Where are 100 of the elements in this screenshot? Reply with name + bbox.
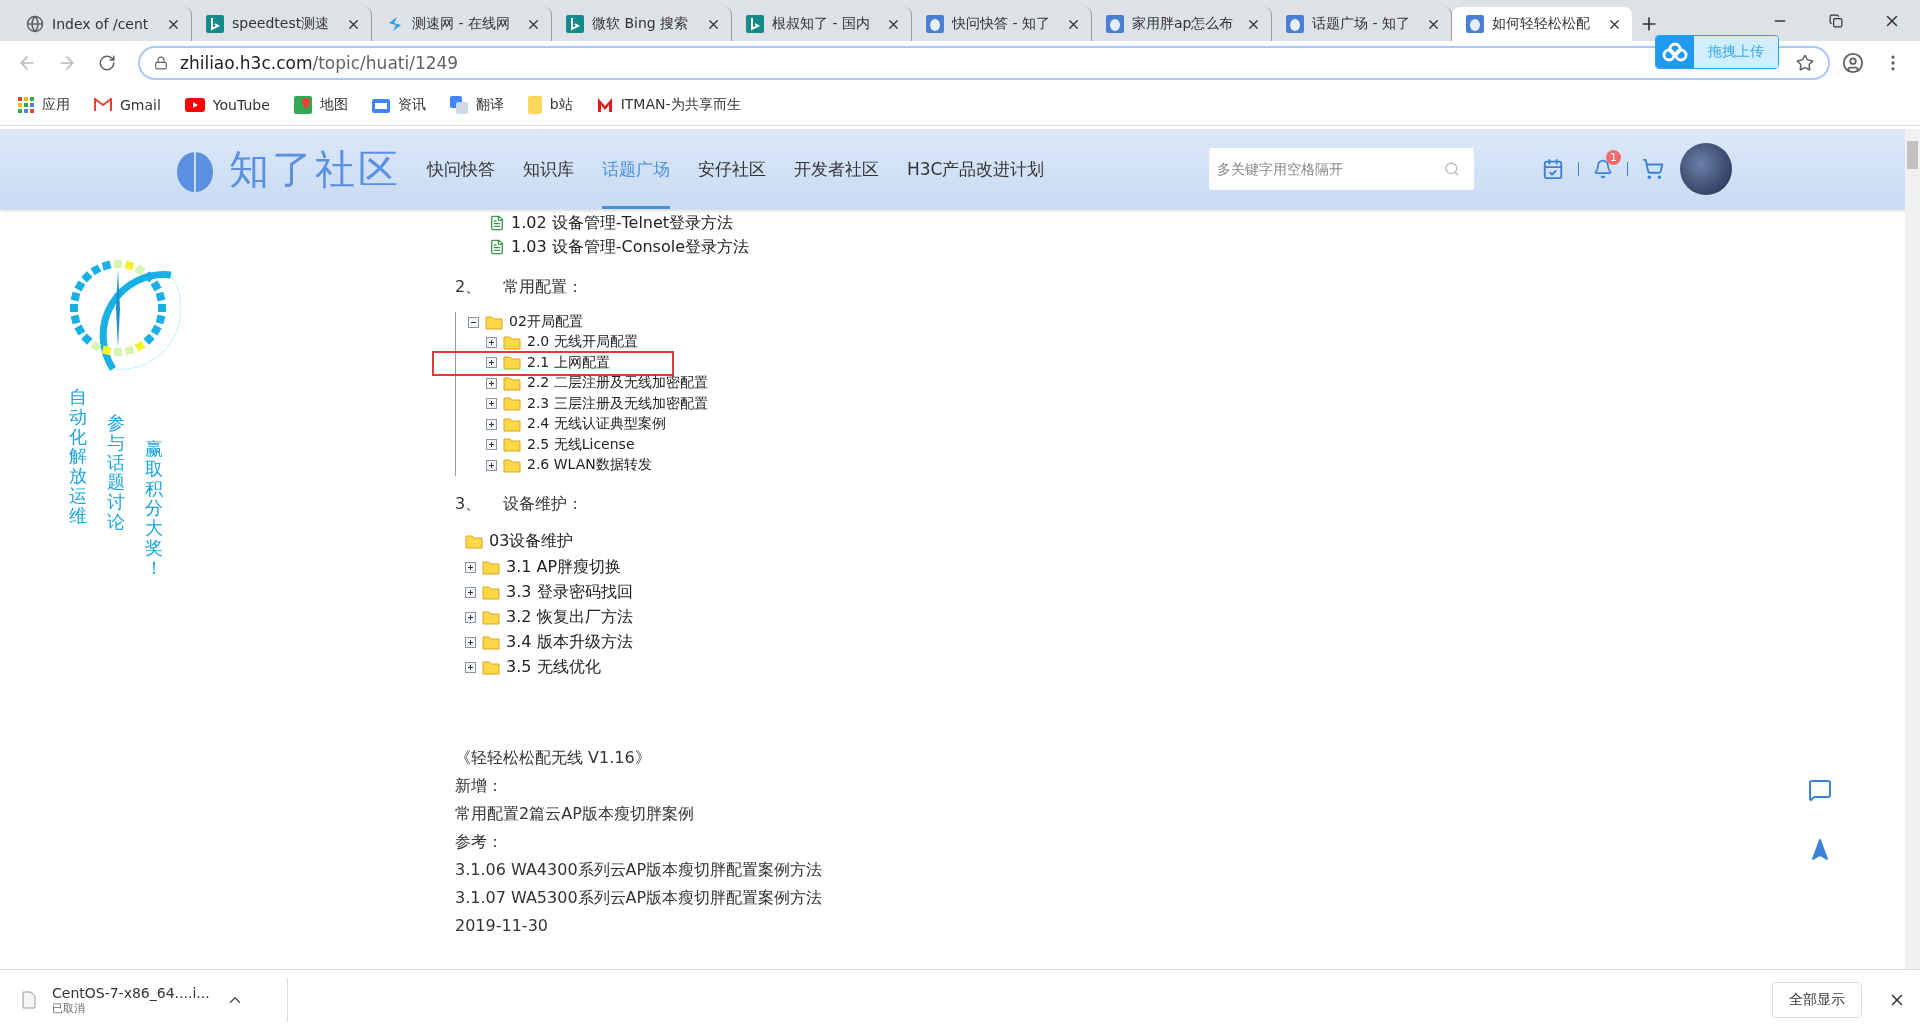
section-heading: 设备维护： [503,493,584,515]
section-number: 3、 [455,493,482,515]
nav-link[interactable]: 快问快答 [427,129,495,209]
tree-item[interactable]: 2.4 无线认证典型案例 [527,415,666,434]
droplet-icon [1466,15,1484,33]
article-text: 3.1.07 WA5300系列云AP版本瘦切胖配置案例方法 [455,886,823,909]
tree-item[interactable]: 02开局配置 [509,313,583,331]
expand-toggle[interactable] [486,418,497,430]
bookmark-link[interactable]: 地图 [319,95,348,114]
tile-icon [566,15,584,33]
nav-link[interactable]: 知识库 [523,129,574,209]
account-icon[interactable] [1842,51,1864,74]
feedback-icon[interactable] [1808,778,1832,802]
search-field[interactable]: 多关键字用空格隔开 [1209,148,1474,190]
tile-icon [746,15,764,33]
tree-item[interactable]: 3.3 登录密码找回 [506,581,633,603]
tree-item[interactable]: 2.5 无线License [527,435,635,454]
bookmark-link[interactable]: 翻译 [475,95,504,114]
bookmark-link[interactable]: 应用 [42,95,70,114]
browser-tab[interactable]: 测速网 - 在线网 [372,7,552,41]
tree-item[interactable]: 3.5 无线优化 [506,656,601,678]
expand-toggle[interactable] [486,439,497,451]
file-icon [22,991,36,1009]
bell-icon[interactable] [1593,159,1613,179]
browser-tab[interactable]: 根叔知了 - 国内 [732,7,912,41]
expand-toggle[interactable] [486,357,497,369]
expand-toggle[interactable] [465,661,476,673]
nav-link[interactable]: 安仔社区 [698,129,766,209]
article-text: 参考： [455,830,503,853]
expand-toggle[interactable] [465,561,476,573]
lock-icon [154,55,168,70]
tree-item[interactable]: 3.4 版本升级方法 [506,631,633,653]
article-text: 新增： [455,774,503,797]
scrollbar[interactable] [1905,129,1920,969]
bookmark-link[interactable]: ITMAN-为共享而生 [620,95,741,114]
browser-tab[interactable]: speedtest测速 [192,7,372,41]
browser-tab[interactable]: 家用胖ap怎么布 [1092,7,1272,41]
browser-tab[interactable]: 快问快答 - 知了 [912,7,1092,41]
folder-icon [482,659,500,675]
tree-item[interactable]: 03设备维护 [489,531,574,552]
expand-toggle[interactable] [486,377,497,389]
expand-toggle[interactable] [465,611,476,623]
section-number: 2、 [455,277,482,298]
tree-item[interactable]: 2.1 上网配置 [527,353,610,372]
folder-icon [503,457,521,473]
expand-toggle[interactable] [465,636,476,648]
tree-item[interactable]: 2.0 无线开局配置 [527,333,638,352]
document-icon [489,215,505,231]
tree-item[interactable]: 3.1 AP胖瘦切换 [506,556,622,578]
cart-icon[interactable] [1642,158,1664,180]
document-icon [489,239,505,255]
folder-icon [482,634,500,650]
expand-toggle[interactable] [486,459,497,471]
tree-item[interactable]: 3.2 恢复出厂方法 [506,606,633,628]
tile-icon [206,15,224,33]
bookmark-link[interactable]: Gmail [120,96,161,113]
cloud-icon [1662,42,1688,62]
folder-icon [465,534,483,549]
folder-icon [482,559,500,575]
droplet-icon [1106,15,1124,33]
star-icon[interactable] [1796,53,1814,72]
folder-icon [503,334,521,350]
tree-item[interactable]: 2.3 三层注册及无线加密配置 [527,394,708,413]
expand-toggle[interactable] [486,336,497,348]
nav-link[interactable]: H3C产品改进计划 [907,129,1045,209]
calendar-check-icon[interactable] [1542,158,1564,180]
reload-icon[interactable] [98,53,116,72]
droplet-icon [1286,15,1304,33]
tree-item[interactable]: 2.6 WLAN数据转发 [527,456,652,475]
tree-item[interactable]: 2.2 二层注册及无线加密配置 [527,374,708,393]
article-text: 2019-11-30 [455,914,548,937]
bookmark-link[interactable]: b站 [549,95,573,114]
download-filename[interactable]: CentOS-7-x86_64....i... [52,984,210,1001]
folder-icon [503,375,521,391]
restore-icon[interactable] [1829,13,1843,28]
bookmark-link[interactable]: YouTube [212,96,270,113]
tree-item[interactable]: 1.03 设备管理-Console登录方法 [511,236,749,258]
folder-icon [503,416,521,432]
nav-link[interactable]: 开发者社区 [794,129,879,209]
browser-tab[interactable]: 话题广场 - 知了 [1272,7,1452,41]
expand-toggle[interactable] [486,398,497,410]
play-icon [184,97,205,112]
banner-text: 赢取积分大奖！ [144,439,164,578]
folder-icon [503,355,521,371]
globe-icon [26,15,44,33]
browser-tab[interactable]: 微软 Bing 搜索 [552,7,732,41]
newspaper-icon [371,96,390,113]
tree-item[interactable]: 1.02 设备管理-Telnet登录方法 [511,212,734,234]
collapse-toggle[interactable] [468,316,479,328]
folder-icon [485,314,503,330]
bookmark-link[interactable]: 资讯 [397,95,426,114]
browser-tab[interactable]: Index of /cent [12,7,192,41]
avatar[interactable] [1680,143,1732,195]
expand-toggle[interactable] [465,586,476,598]
banner-text: 自动化解放运维 [68,387,88,528]
browser-tab[interactable]: 如何轻轻松松配 [1452,7,1632,41]
folder-icon [503,437,521,453]
url-host: zhiliao.h3c.com [180,52,313,73]
download-status: 已取消 [52,1001,86,1016]
show-all-button[interactable]: 全部显示 [1772,982,1862,1018]
